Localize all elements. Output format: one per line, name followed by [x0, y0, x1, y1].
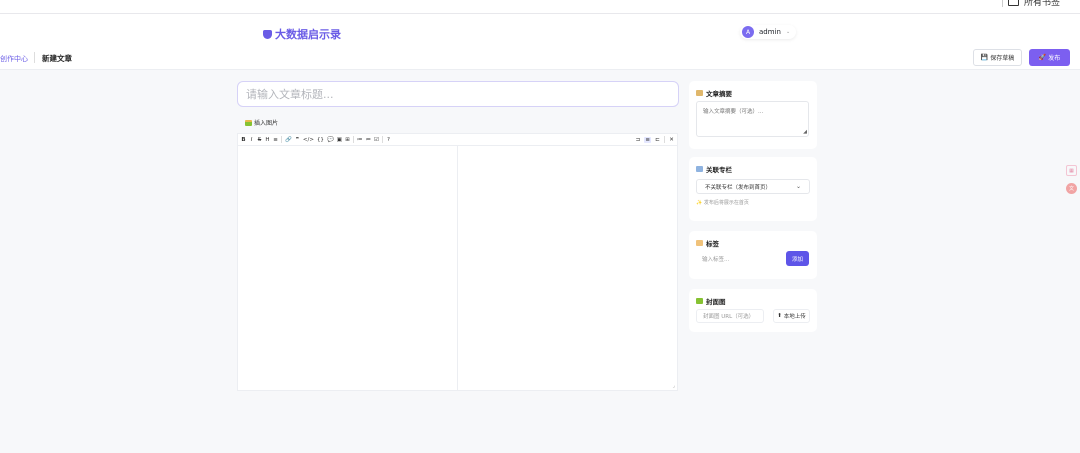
page-title: 新建文章 [42, 54, 72, 63]
quote-icon[interactable]: ❞ [295, 137, 300, 143]
split-view-icon[interactable]: ≡ [644, 136, 651, 143]
memo-icon [696, 90, 703, 96]
editor-panes [238, 146, 677, 390]
system-bar: 所有书签 [0, 0, 1080, 14]
code-block-icon[interactable]: {} [317, 137, 324, 143]
markdown-input-pane[interactable] [238, 146, 458, 390]
add-tag-button[interactable]: 添加 [786, 251, 809, 266]
picture-icon [696, 298, 703, 304]
resize-handle-icon[interactable]: ⌟ [673, 383, 675, 389]
column-card: 关联专栏 不关联专栏（发布到首页） ⌄ ✨ 发布后将展示在首页 [689, 157, 817, 221]
task-list-icon[interactable]: ☑ [374, 137, 379, 143]
books-icon [696, 166, 703, 172]
summary-title: 文章摘要 [696, 88, 732, 98]
insert-image-button[interactable]: 插入图片 [245, 118, 278, 127]
view-mode-controls: ⊐ ≡ ⊏ ✕ [635, 136, 674, 143]
rocket-icon: 🚀 [1038, 54, 1047, 61]
table-icon[interactable]: ⊞ [345, 137, 350, 143]
logo-icon [263, 29, 272, 39]
bold-icon[interactable]: B [241, 137, 246, 143]
summary-input[interactable] [696, 101, 809, 137]
column-title: 关联专栏 [696, 164, 732, 174]
sparkle-icon: ✨ [696, 200, 703, 206]
image-icon[interactable]: ▣ [337, 137, 342, 143]
bookmarks-area[interactable]: 所有书签 [1001, 0, 1060, 8]
column-title-text: 关联专栏 [706, 166, 732, 174]
italic-icon[interactable]: I [249, 137, 254, 143]
ordered-list-icon[interactable]: ≔ [366, 137, 372, 143]
column-select[interactable]: 不关联专栏（发布到首页） ⌄ [696, 179, 810, 194]
preview-only-icon[interactable]: ⊏ [655, 137, 660, 143]
upload-icon: ⬆ [777, 313, 782, 319]
back-link[interactable]: 创作中心 [0, 54, 28, 64]
publish-button[interactable]: 🚀 发布 [1029, 49, 1070, 66]
resize-handle-icon[interactable]: ◢ [803, 129, 807, 135]
cover-title: 封面图 [696, 296, 726, 306]
divider [34, 52, 35, 63]
save-draft-button[interactable]: 💾 保存草稿 [973, 49, 1022, 66]
divider [382, 136, 383, 143]
preview-pane [458, 146, 677, 390]
help-icon[interactable]: ? [386, 137, 391, 143]
top-header: 大数据启示录 A admin ⌄ [0, 14, 1080, 46]
edit-only-icon[interactable]: ⊐ [635, 137, 641, 143]
tags-title-text: 标签 [706, 240, 719, 248]
cover-card: 封面图 封面图 URL（可选） ⬆ 本地上传 [689, 289, 817, 332]
avatar: A [742, 26, 754, 38]
folder-icon [1007, 0, 1019, 6]
local-upload-button[interactable]: ⬆ 本地上传 [773, 309, 810, 323]
tag-input[interactable]: 输入标签... [696, 251, 782, 266]
cover-title-text: 封面图 [706, 298, 726, 306]
divider [281, 136, 282, 143]
user-menu[interactable]: A admin ⌄ [740, 25, 797, 39]
save-draft-label: 保存草稿 [990, 55, 1015, 62]
title-input[interactable] [237, 81, 679, 107]
publish-label: 发布 [1048, 55, 1061, 62]
column-hint-text: 发布后将展示在首页 [703, 200, 749, 206]
bookmarks-label[interactable]: 所有书签 [1024, 0, 1060, 8]
code-icon[interactable]: </> [303, 137, 314, 143]
summary-title-text: 文章摘要 [706, 90, 732, 98]
column-selected-value: 不关联专栏（发布到首页） [705, 184, 772, 191]
tags-title: 标签 [696, 238, 719, 248]
editor-toolbar: B I S H ≡ 🔗 ❞ </> {} 💬 ▣ ⊞ ≔ ≔ ☑ ? ⊐ ≡ ⊏… [238, 134, 677, 146]
upload-label: 本地上传 [783, 314, 806, 320]
fullscreen-icon[interactable]: ✕ [669, 137, 674, 143]
chevron-down-icon: ⌄ [785, 29, 791, 35]
user-name: admin [759, 28, 781, 36]
tags-card: 标签 输入标签... 添加 [689, 231, 817, 279]
site-logo[interactable]: 大数据启示录 [263, 26, 341, 42]
comment-icon[interactable]: 💬 [327, 137, 334, 143]
summary-card: 文章摘要 ◢ [689, 81, 817, 149]
float-tool-icon[interactable]: ▦ [1066, 165, 1077, 176]
insert-image-label: 插入图片 [254, 120, 279, 127]
sub-header: 创作中心 新建文章 💾 保存草稿 🚀 发布 [0, 46, 1080, 70]
chevron-down-icon: ⌄ [795, 183, 801, 190]
image-icon [245, 119, 252, 126]
tag-icon [696, 240, 703, 246]
divider [664, 136, 665, 143]
divider [1001, 0, 1003, 7]
column-hint: ✨ 发布后将展示在首页 [696, 199, 749, 206]
link-icon[interactable]: 🔗 [285, 137, 292, 143]
logo-text: 大数据启示录 [275, 28, 341, 41]
heading-icon[interactable]: H [265, 137, 270, 143]
cover-url-input[interactable]: 封面图 URL（可选） [696, 309, 764, 323]
translate-icon[interactable]: 文 [1066, 183, 1077, 194]
unordered-list-icon[interactable]: ≔ [357, 137, 363, 143]
save-icon: 💾 [980, 54, 989, 61]
divider [353, 136, 354, 143]
markdown-editor: B I S H ≡ 🔗 ❞ </> {} 💬 ▣ ⊞ ≔ ≔ ☑ ? ⊐ ≡ ⊏… [237, 133, 678, 391]
hr-icon[interactable]: ≡ [273, 137, 278, 143]
strikethrough-icon[interactable]: S [257, 137, 262, 143]
